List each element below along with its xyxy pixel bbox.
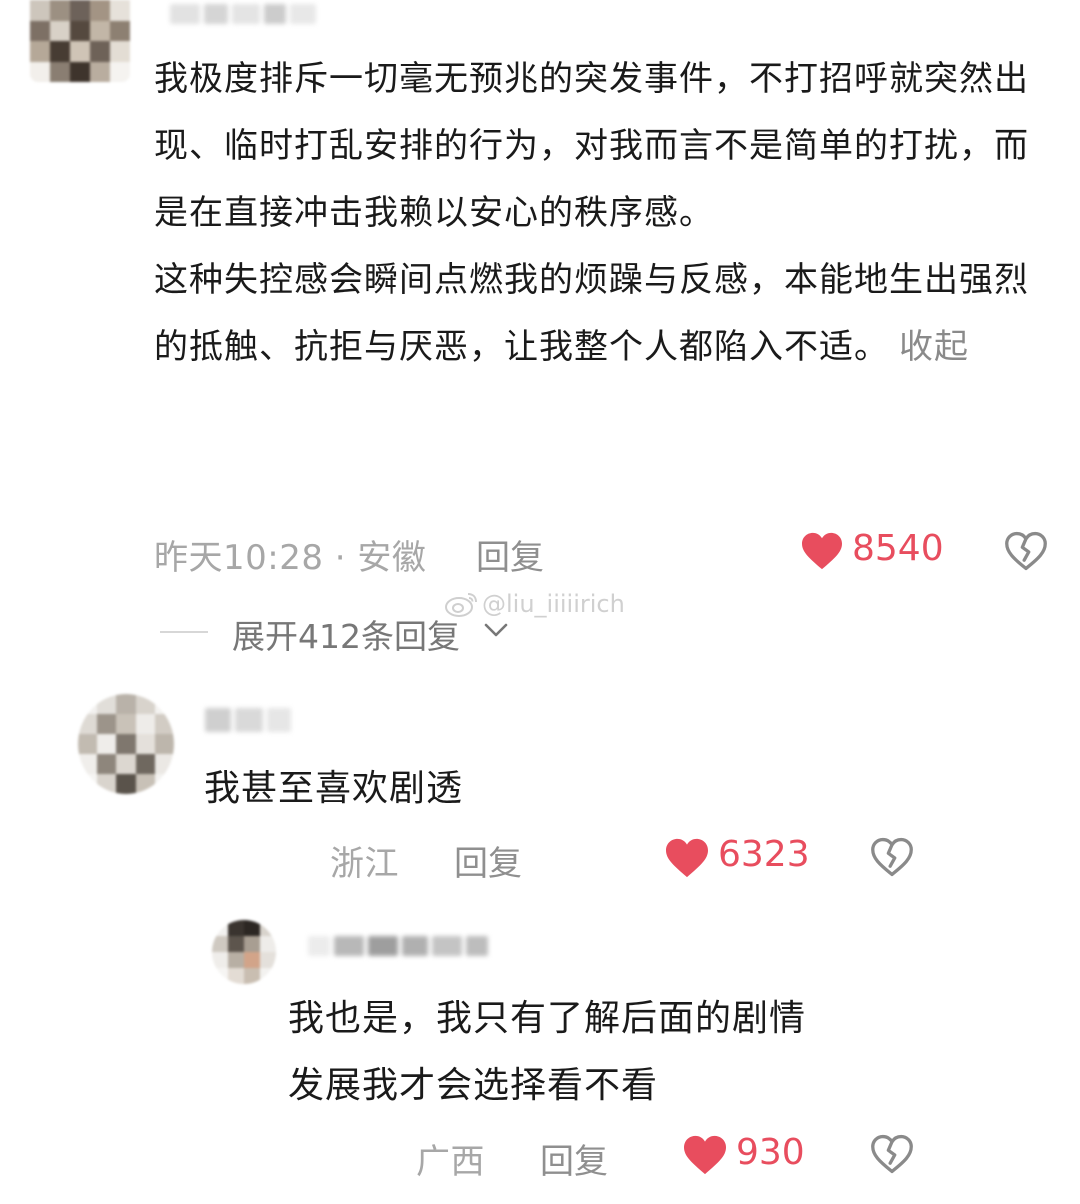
avatar[interactable]: [78, 694, 174, 794]
comment-meta: 昨天10:28 · 安徽: [154, 538, 427, 578]
like-count: 930: [736, 1132, 805, 1173]
reply-button[interactable]: 回复: [454, 836, 522, 885]
broken-heart-icon[interactable]: [870, 836, 914, 878]
comment-body: 我极度排斥一切毫无预兆的突发事件，不打招呼就突然出现、临时打乱安排的行为，对我而…: [154, 46, 1036, 381]
comment-body: 我甚至喜欢剧透: [204, 768, 464, 809]
expand-replies-button[interactable]: 展开412条回复: [232, 610, 460, 658]
reply-button[interactable]: 回复: [540, 1134, 608, 1183]
username-blurred[interactable]: [308, 936, 488, 956]
avatar[interactable]: [30, 0, 130, 82]
heart-filled-icon[interactable]: [800, 531, 844, 571]
comment-location: 浙江: [330, 844, 399, 884]
heart-filled-icon[interactable]: [664, 837, 710, 879]
avatar[interactable]: [212, 920, 276, 984]
username-blurred[interactable]: [170, 4, 316, 24]
like-count: 6323: [718, 834, 810, 875]
reply-button[interactable]: 回复: [476, 530, 544, 579]
comment-location: 广西: [416, 1142, 485, 1182]
comment-paragraph: 我极度排斥一切毫无预兆的突发事件，不打招呼就突然出现、临时打乱安排的行为，对我而…: [154, 59, 1029, 233]
comment-line: 我也是，我只有了解后面的剧情: [288, 998, 807, 1039]
comment-line: 发展我才会选择看不看: [288, 1065, 659, 1106]
broken-heart-icon[interactable]: [1004, 530, 1048, 572]
broken-heart-icon[interactable]: [870, 1133, 914, 1175]
heart-filled-icon[interactable]: [682, 1134, 728, 1176]
comment-paragraph: 这种失控感会瞬间点燃我的烦躁与反感，本能地生出强烈的抵触、抗拒与厌恶，让我整个人…: [154, 260, 1029, 367]
collapse-link[interactable]: 收起: [899, 327, 969, 367]
username-blurred[interactable]: [205, 708, 291, 732]
expand-divider-line: [160, 631, 208, 633]
chevron-down-icon[interactable]: [482, 620, 510, 640]
comment-body: 我也是，我只有了解后面的剧情 发展我才会选择看不看: [288, 985, 806, 1119]
watermark: @liu_iiiiirich: [482, 590, 625, 618]
like-count: 8540: [852, 528, 944, 569]
